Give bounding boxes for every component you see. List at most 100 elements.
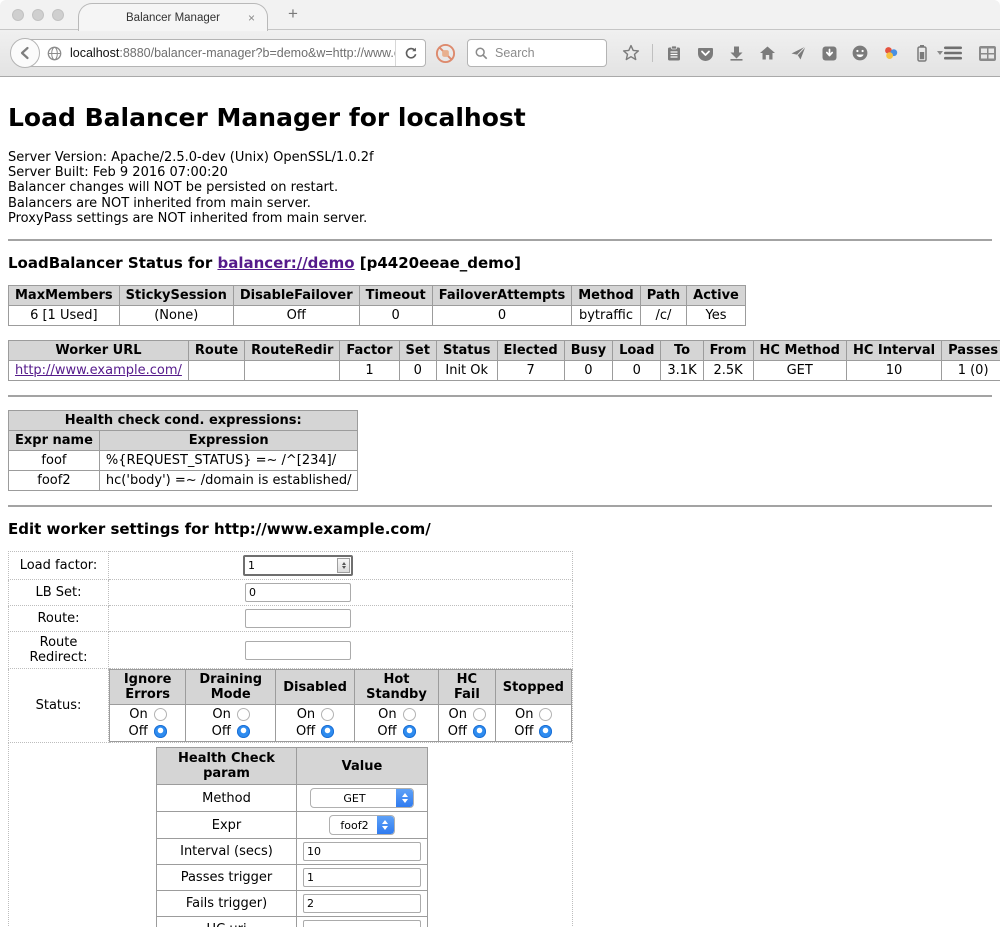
radio-off-label: Off (129, 724, 148, 739)
radio-off[interactable] (154, 725, 167, 738)
hc-interval-input[interactable] (303, 842, 421, 861)
hc-passes-input[interactable] (303, 868, 421, 887)
url-path: :8880/balancer-manager?b=demo&w=http://w… (119, 46, 395, 60)
bookmark-star-icon[interactable] (621, 43, 641, 63)
load-factor-input[interactable]: 1 (243, 555, 353, 576)
clipboard-icon[interactable] (664, 43, 684, 63)
close-window-icon[interactable] (12, 9, 24, 21)
table-header-cell: Hot Standby (354, 670, 438, 705)
downloads-icon[interactable] (726, 43, 746, 63)
table-header-cell: Factor (340, 341, 399, 361)
radio-group-ignore-errors: On Off (117, 707, 178, 739)
table-header-cell: HC Fail (439, 670, 496, 705)
reload-button[interactable] (395, 40, 425, 66)
divider (8, 239, 992, 241)
server-built: Server Built: Feb 9 2016 07:00:20 (8, 165, 992, 180)
menu-icon[interactable] (943, 43, 963, 63)
table-cell: hc('body') =~ /domain is established/ (99, 471, 358, 491)
hc-row-fails: Fails trigger) (157, 891, 428, 917)
search-placeholder: Search (495, 46, 535, 60)
edit-worker-heading: Edit worker settings for http://www.exam… (8, 520, 992, 538)
route-redirect-input[interactable] (245, 641, 351, 660)
radio-off[interactable] (321, 725, 334, 738)
table-header-cell: Expression (99, 431, 358, 451)
tab-groups-icon[interactable] (977, 43, 997, 63)
back-button[interactable] (10, 38, 40, 68)
table-header-cell: Timeout (359, 286, 432, 306)
table-header-cell: Method (572, 286, 640, 306)
table-cell: 0 (564, 361, 612, 381)
select-stepper-icon (396, 789, 413, 807)
url-bar[interactable]: localhost:8880/balancer-manager?b=demo&w… (24, 39, 426, 67)
tab-close-icon[interactable]: × (248, 11, 255, 25)
hc-expr-label: Expr (157, 812, 297, 839)
table-row: foof %{REQUEST_STATUS} =~ /^[234]/ (9, 451, 358, 471)
balancer-demo-link[interactable]: balancer://demo (217, 254, 354, 272)
table-cell: foof2 (9, 471, 100, 491)
table-header-cell: Active (687, 286, 746, 306)
table-header-cell: Value (297, 748, 428, 785)
radio-on[interactable] (403, 708, 416, 721)
table-header-cell: FailoverAttempts (432, 286, 572, 306)
status-label: Status: (9, 669, 109, 743)
radio-on[interactable] (473, 708, 486, 721)
health-check-table: Health Check param Value Method GET (156, 747, 428, 927)
radio-off-label: Off (296, 724, 315, 739)
radio-on-label: On (377, 707, 396, 722)
table-header-cell: Set (399, 341, 436, 361)
table-header-cell: Passes (942, 341, 1000, 361)
hc-row-interval: Interval (secs) (157, 839, 428, 865)
toolbar-separator (652, 44, 653, 62)
radio-on[interactable] (321, 708, 334, 721)
radio-off[interactable] (539, 725, 552, 738)
radio-on[interactable] (154, 708, 167, 721)
hc-expr-select[interactable]: foof2 (329, 815, 394, 835)
smiley-icon[interactable] (850, 43, 870, 63)
pocket-icon[interactable] (695, 43, 715, 63)
lb-set-input[interactable] (245, 583, 351, 602)
worker-table: Worker URL Route RouteRedir Factor Set S… (8, 340, 1000, 381)
radio-off[interactable] (237, 725, 250, 738)
route-input[interactable] (245, 609, 351, 628)
table-header-cell: Elected (497, 341, 564, 361)
expr-table: Health check cond. expressions: Expr nam… (8, 410, 358, 491)
colors-icon[interactable] (881, 43, 901, 63)
url-text[interactable]: localhost:8880/balancer-manager?b=demo&w… (70, 46, 395, 60)
radio-off-label: Off (377, 724, 396, 739)
table-cell: %{REQUEST_STATUS} =~ /^[234]/ (99, 451, 358, 471)
hc-method-select[interactable]: GET (310, 788, 414, 808)
minimize-window-icon[interactable] (32, 9, 44, 21)
table-cell: 0 (359, 306, 432, 326)
hc-fails-input[interactable] (303, 894, 421, 913)
table-header-cell: RouteRedir (245, 341, 340, 361)
radio-off[interactable] (403, 725, 416, 738)
home-icon[interactable] (757, 43, 777, 63)
number-stepper-icon[interactable] (337, 558, 350, 573)
search-input[interactable]: Search (467, 39, 607, 67)
send-icon[interactable] (788, 43, 808, 63)
radio-on-label: On (448, 707, 467, 722)
radio-on[interactable] (539, 708, 552, 721)
battery-icon[interactable] (912, 43, 932, 63)
heading-prefix: LoadBalancer Status for (8, 254, 217, 272)
worker-url-link[interactable]: http://www.example.com/ (15, 363, 182, 378)
radio-on[interactable] (237, 708, 250, 721)
window-controls[interactable] (12, 9, 64, 21)
table-header-cell: Busy (564, 341, 612, 361)
load-factor-label: Load factor: (9, 552, 109, 580)
table-cell: foof (9, 451, 100, 471)
content-blocker-icon[interactable] (435, 43, 456, 64)
download-box-icon[interactable] (819, 43, 839, 63)
balancer-status-heading: LoadBalancer Status for balancer://demo … (8, 254, 992, 272)
tab-balancer-manager[interactable]: Balancer Manager × (78, 3, 268, 31)
hc-uri-input[interactable] (303, 920, 421, 927)
zoom-window-icon[interactable] (52, 9, 64, 21)
divider (8, 395, 992, 397)
form-row-health-check: Health Check param Value Method GET (9, 743, 573, 927)
radio-off[interactable] (473, 725, 486, 738)
select-stepper-icon (377, 816, 394, 834)
new-tab-button[interactable]: + (288, 4, 298, 24)
notice-balancers: Balancers are NOT inherited from main se… (8, 196, 992, 211)
table-header-cell: Health Check param (157, 748, 297, 785)
table-cell: Off (233, 306, 359, 326)
